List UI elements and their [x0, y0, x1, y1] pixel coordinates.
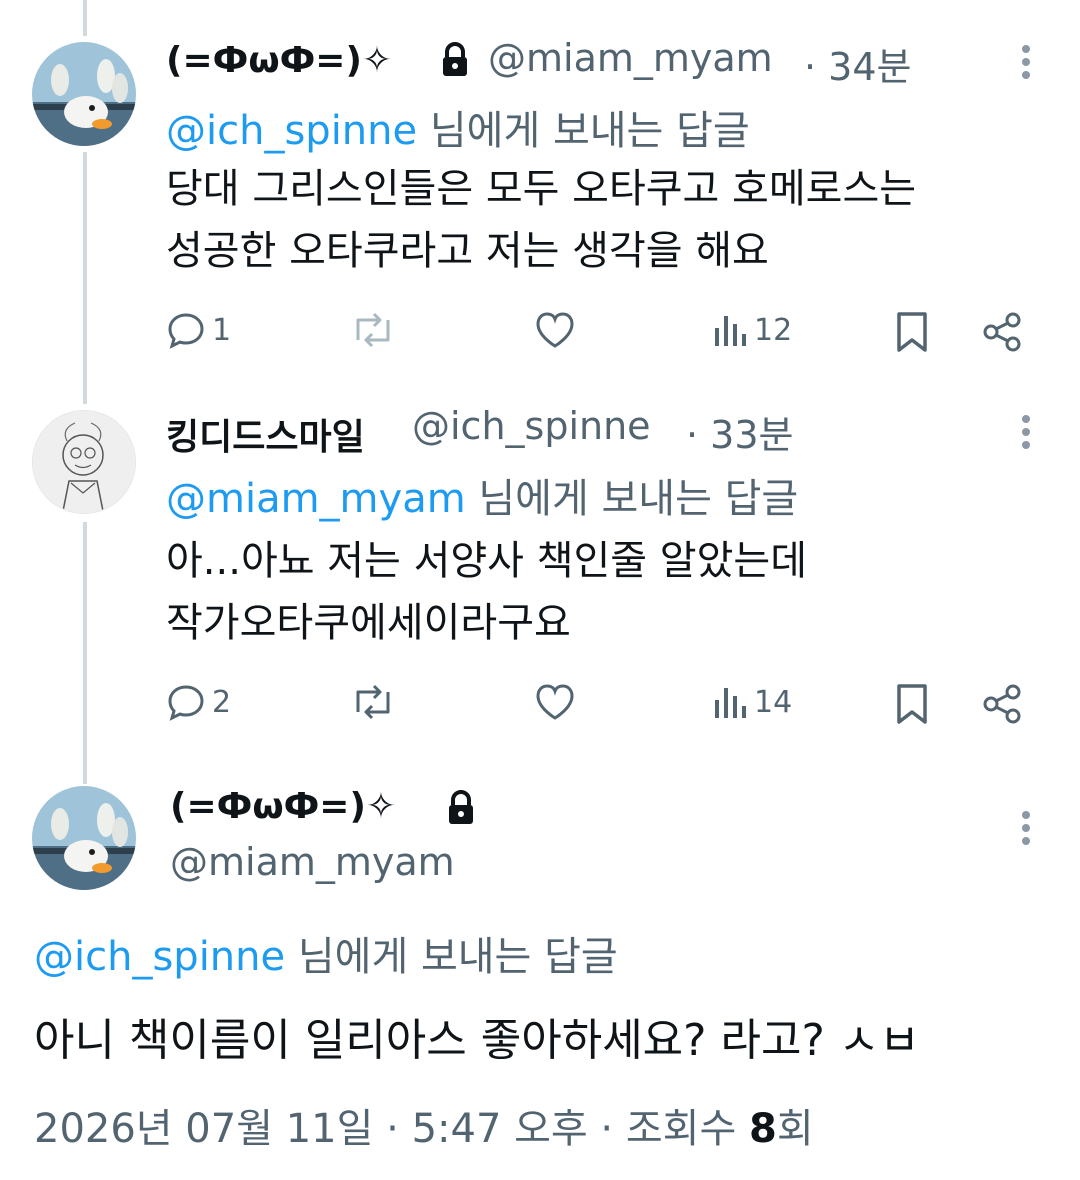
reply-to: @ich_spinne 님에게 보내는 답글 [166, 98, 750, 156]
share-button[interactable] [980, 682, 1024, 726]
reply-count: 1 [212, 312, 232, 348]
bookmark-button[interactable] [894, 682, 930, 726]
lock-icon [446, 790, 476, 830]
bookmark-button[interactable] [894, 310, 930, 354]
tweet-text: 아...아뇨 저는 서양사 책인줄 알았는데 작가오타쿠에세이라구요 [166, 530, 807, 654]
reply-icon [166, 682, 206, 722]
avatar[interactable] [32, 786, 136, 890]
share-button[interactable] [980, 310, 1024, 354]
handle[interactable]: @miam_myam [488, 36, 773, 80]
views-count: 14 [754, 684, 793, 720]
reply-to-suffix: 님에게 보내는 답글 [465, 476, 799, 522]
views-count: 12 [754, 312, 793, 348]
timestamp[interactable]: · 33분 [686, 404, 793, 459]
retweet-icon [350, 682, 396, 722]
view-suffix: 회 [776, 1106, 814, 1152]
tweet-timestamp: 2026년 07월 11일 · 5:47 오후 · 조회수 8회 [34, 1096, 814, 1154]
tweet-text-line: 성공한 오타쿠라고 저는 생각을 해요 [166, 228, 769, 274]
views-button[interactable]: 14 [712, 682, 792, 722]
share-icon [980, 682, 1024, 726]
reply-to-handle[interactable]: @ich_spinne [34, 934, 285, 980]
bookmark-icon [894, 682, 930, 726]
views-icon [712, 682, 748, 722]
bookmark-icon [894, 310, 930, 354]
reply-button[interactable]: 2 [166, 682, 231, 722]
handle[interactable]: @ich_spinne [412, 404, 651, 448]
views-button[interactable]: 12 [712, 310, 792, 350]
timestamp-text[interactable]: 2026년 07월 11일 · 5:47 오후 · 조회수 [34, 1106, 749, 1152]
thread-line [83, 152, 87, 404]
more-icon[interactable] [1016, 810, 1036, 850]
like-icon [534, 310, 576, 350]
reply-to-suffix: 님에게 보내는 답글 [285, 934, 618, 980]
views-icon [712, 310, 748, 350]
reply-count: 2 [212, 684, 232, 720]
retweet-icon [350, 310, 396, 350]
display-name[interactable]: 킹디드스마일 [166, 408, 365, 460]
tweet-text-line: 당대 그리스인들은 모두 오타쿠고 호메로스는 [166, 166, 917, 212]
tweet-text-line: 작가오타쿠에세이라구요 [166, 600, 571, 646]
more-icon[interactable] [1016, 414, 1036, 454]
share-icon [980, 310, 1024, 354]
display-name[interactable]: (=ФωФ=)✧ [170, 786, 396, 827]
reply-icon [166, 310, 206, 350]
tweet-text-line: 아...아뇨 저는 서양사 책인줄 알았는데 [166, 538, 808, 584]
thread-line [83, 0, 87, 36]
more-icon[interactable] [1016, 44, 1036, 84]
retweet-button[interactable] [350, 310, 396, 350]
display-name[interactable]: (=ФωФ=)✧ [166, 40, 392, 81]
tweet-text: 당대 그리스인들은 모두 오타쿠고 호메로스는 성공한 오타쿠라고 저는 생각을… [166, 158, 916, 282]
avatar[interactable] [32, 410, 136, 514]
reply-button[interactable]: 1 [166, 310, 231, 350]
reply-to-suffix: 님에게 보내는 답글 [417, 108, 750, 154]
like-icon [534, 682, 576, 722]
reply-to: @miam_myam 님에게 보내는 답글 [166, 466, 798, 524]
avatar[interactable] [32, 42, 136, 146]
thread-line [83, 522, 87, 784]
like-button[interactable] [534, 682, 576, 722]
timestamp[interactable]: · 34분 [804, 36, 911, 91]
handle[interactable]: @miam_myam [170, 840, 455, 884]
retweet-button[interactable] [350, 682, 396, 722]
lock-icon [440, 42, 470, 82]
like-button[interactable] [534, 310, 576, 350]
reply-to: @ich_spinne 님에게 보내는 답글 [34, 924, 618, 982]
view-count: 8 [748, 1106, 777, 1152]
reply-to-handle[interactable]: @miam_myam [166, 476, 466, 522]
main-tweet-text: 아니 책이름이 일리아스 좋아하세요? 라고? ㅅㅂ [34, 1015, 920, 1066]
reply-to-handle[interactable]: @ich_spinne [166, 108, 417, 154]
